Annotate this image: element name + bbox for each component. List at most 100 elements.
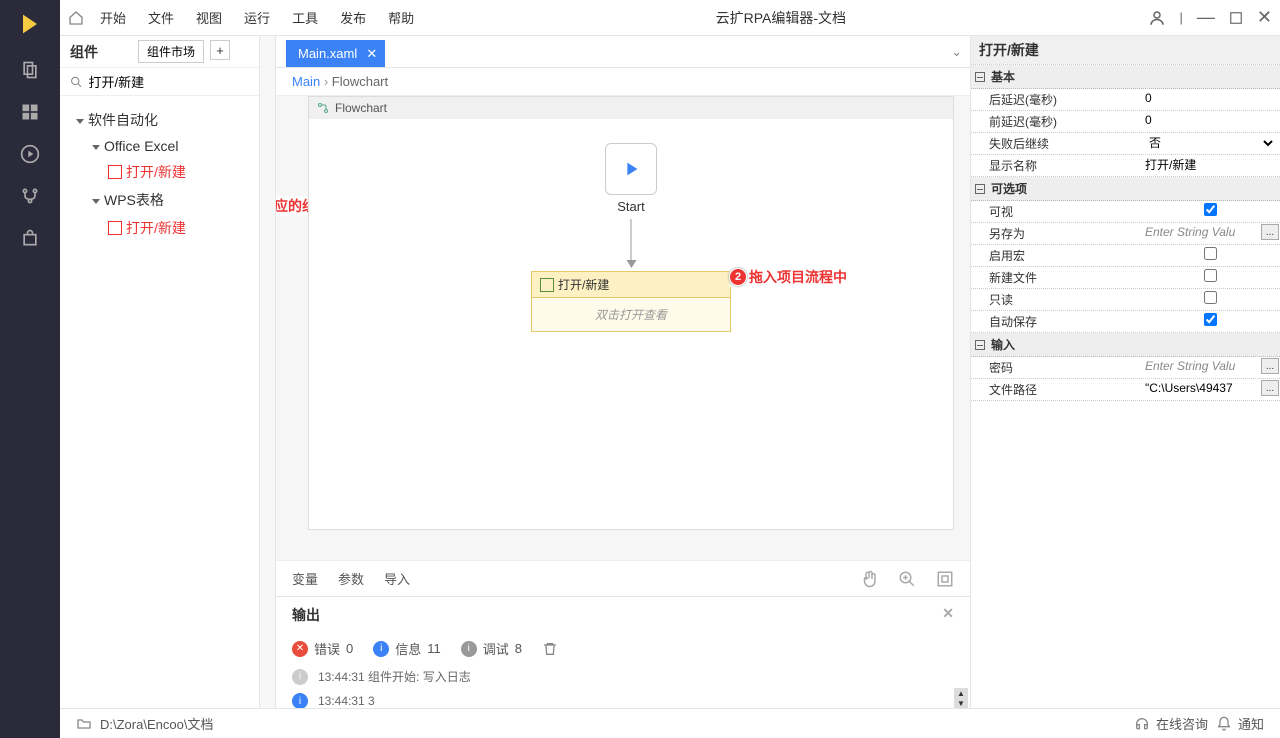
checkbox-visible[interactable] — [1145, 203, 1276, 216]
input-password[interactable] — [1145, 359, 1276, 373]
connector-arrow — [631, 219, 632, 267]
prop-save-as: 另存为 — [971, 223, 1141, 244]
consult-link[interactable]: 在线咨询 — [1134, 714, 1208, 733]
window-title: 云扩RPA编辑器-文档 — [414, 8, 1147, 28]
trash-icon[interactable] — [542, 641, 558, 657]
designer-canvas[interactable]: 1搜索对应的组件 Flowchart Start 打开/新建 双击打开查看 — [276, 96, 970, 596]
package-icon[interactable] — [20, 228, 40, 248]
start-label: Start — [598, 199, 664, 214]
start-node[interactable]: Start — [598, 143, 664, 214]
maximize-button[interactable] — [1229, 11, 1243, 25]
tree-excel-open[interactable]: 打开/新建 — [64, 158, 255, 186]
output-title: 输出 — [292, 607, 320, 623]
select-on-fail[interactable]: 否 — [1145, 135, 1276, 151]
tree-wps[interactable]: WPS表格 — [64, 186, 255, 214]
filter-debug[interactable]: i调试 8 — [461, 639, 522, 658]
add-component-button[interactable]: + — [210, 40, 230, 60]
market-button[interactable]: 组件市场 — [138, 40, 204, 63]
divider: | — [1180, 10, 1183, 25]
tree-root-software[interactable]: 软件自动化 — [64, 106, 255, 134]
tab-parameters[interactable]: 参数 — [338, 569, 364, 588]
breadcrumb-flowchart: Flowchart — [332, 74, 388, 89]
close-icon[interactable]: ✕ — [366, 46, 377, 62]
menu-help[interactable]: 帮助 — [388, 8, 414, 27]
log-row: i13:44:31 3 — [276, 689, 970, 708]
menu-tools[interactable]: 工具 — [292, 8, 318, 27]
checkbox-autosave[interactable] — [1145, 313, 1276, 326]
statusbar: D:\Zora\Encoo\文档 在线咨询 通知 — [60, 708, 1280, 738]
tab-variables[interactable]: 变量 — [292, 569, 318, 588]
headset-icon — [1134, 716, 1150, 732]
section-optional[interactable]: 可选项 — [971, 177, 1280, 201]
prop-filepath: 文件路径 — [971, 379, 1141, 400]
bell-icon — [1216, 716, 1232, 732]
browse-button[interactable]: ... — [1261, 380, 1279, 396]
tab-main[interactable]: Main.xaml✕ — [286, 40, 385, 67]
components-panel: 组件 组件市场 + 软件自动化 Office Excel 打开/新建 WPS表格… — [60, 36, 260, 708]
output-panel: 输出 ✕ ✕错误 0 i信息 11 i调试 8 i13:44:31 组件开始: 写… — [276, 596, 970, 708]
menu-view[interactable]: 视图 — [196, 8, 222, 27]
activity-icon — [108, 165, 122, 179]
notify-link[interactable]: 通知 — [1216, 714, 1264, 733]
tree-wps-open[interactable]: 打开/新建 — [64, 214, 255, 242]
filter-error[interactable]: ✕错误 0 — [292, 639, 353, 658]
flowchart-icon — [317, 102, 329, 114]
prop-autosave: 自动保存 — [971, 311, 1141, 332]
editor-tabs: Main.xaml✕ ⌄ — [276, 36, 970, 68]
log-row: i13:44:31 组件开始: 写入日志 — [276, 664, 970, 689]
menu-file[interactable]: 文件 — [148, 8, 174, 27]
activity-open-create[interactable]: 打开/新建 双击打开查看 — [531, 271, 731, 332]
left-iconbar — [0, 0, 60, 738]
flowchart-container[interactable]: Flowchart Start 打开/新建 双击打开查看 2拖入项 — [308, 96, 954, 530]
home-icon[interactable] — [68, 10, 84, 26]
prop-delay-after: 后延迟(毫秒) — [971, 89, 1141, 110]
pan-icon[interactable] — [860, 570, 878, 588]
zoom-in-icon[interactable] — [898, 570, 916, 588]
prop-macro: 启用宏 — [971, 245, 1141, 266]
panel-gutter[interactable] — [260, 36, 276, 708]
search-input[interactable] — [89, 74, 249, 89]
browse-button[interactable]: ... — [1261, 224, 1279, 240]
tree-excel[interactable]: Office Excel — [64, 134, 255, 158]
titlebar: 开始 文件 视图 运行 工具 发布 帮助 云扩RPA编辑器-文档 | — ✕ — [60, 0, 1280, 36]
prop-delay-before: 前延迟(毫秒) — [971, 111, 1141, 132]
input-filepath[interactable] — [1145, 381, 1276, 395]
breadcrumb: Main › Flowchart — [276, 68, 970, 96]
status-path: D:\Zora\Encoo\文档 — [100, 714, 213, 733]
fit-screen-icon[interactable] — [936, 570, 954, 588]
close-button[interactable]: ✕ — [1257, 7, 1272, 28]
user-icon[interactable] — [1148, 9, 1166, 27]
menu-start[interactable]: 开始 — [100, 8, 126, 27]
branch-icon[interactable] — [20, 186, 40, 206]
prop-display-name: 显示名称 — [971, 155, 1141, 176]
play-icon — [620, 158, 642, 180]
tab-imports[interactable]: 导入 — [384, 569, 410, 588]
input-delay-before[interactable] — [1145, 113, 1276, 127]
browse-button[interactable]: ... — [1261, 358, 1279, 374]
section-input[interactable]: 输入 — [971, 333, 1280, 357]
menu-run[interactable]: 运行 — [244, 8, 270, 27]
checkbox-new-file[interactable] — [1145, 269, 1276, 282]
play-icon[interactable] — [20, 144, 40, 164]
input-display-name[interactable] — [1145, 157, 1276, 171]
menu-publish[interactable]: 发布 — [340, 8, 366, 27]
chevron-down-icon[interactable]: ⌄ — [951, 44, 962, 60]
grid-icon[interactable] — [20, 102, 40, 122]
components-title: 组件 — [70, 42, 98, 62]
scrollbar[interactable]: ▲▼ — [954, 688, 968, 708]
clipboard-icon[interactable] — [20, 60, 40, 80]
properties-title: 打开/新建 — [971, 36, 1280, 64]
menu-bar: 开始 文件 视图 运行 工具 发布 帮助 — [94, 8, 414, 27]
filter-info[interactable]: i信息 11 — [373, 639, 441, 658]
activity-hint: 双击打开查看 — [532, 298, 730, 331]
prop-on-fail: 失败后继续 — [971, 133, 1141, 154]
checkbox-macro[interactable] — [1145, 247, 1276, 260]
section-basic[interactable]: 基本 — [971, 65, 1280, 89]
input-delay-after[interactable] — [1145, 91, 1276, 105]
component-tree: 软件自动化 Office Excel 打开/新建 WPS表格 打开/新建 — [60, 96, 259, 252]
minimize-button[interactable]: — — [1197, 7, 1215, 28]
checkbox-readonly[interactable] — [1145, 291, 1276, 304]
close-icon[interactable]: ✕ — [942, 605, 954, 622]
input-save-as[interactable] — [1145, 225, 1276, 239]
breadcrumb-main[interactable]: Main — [292, 74, 320, 89]
